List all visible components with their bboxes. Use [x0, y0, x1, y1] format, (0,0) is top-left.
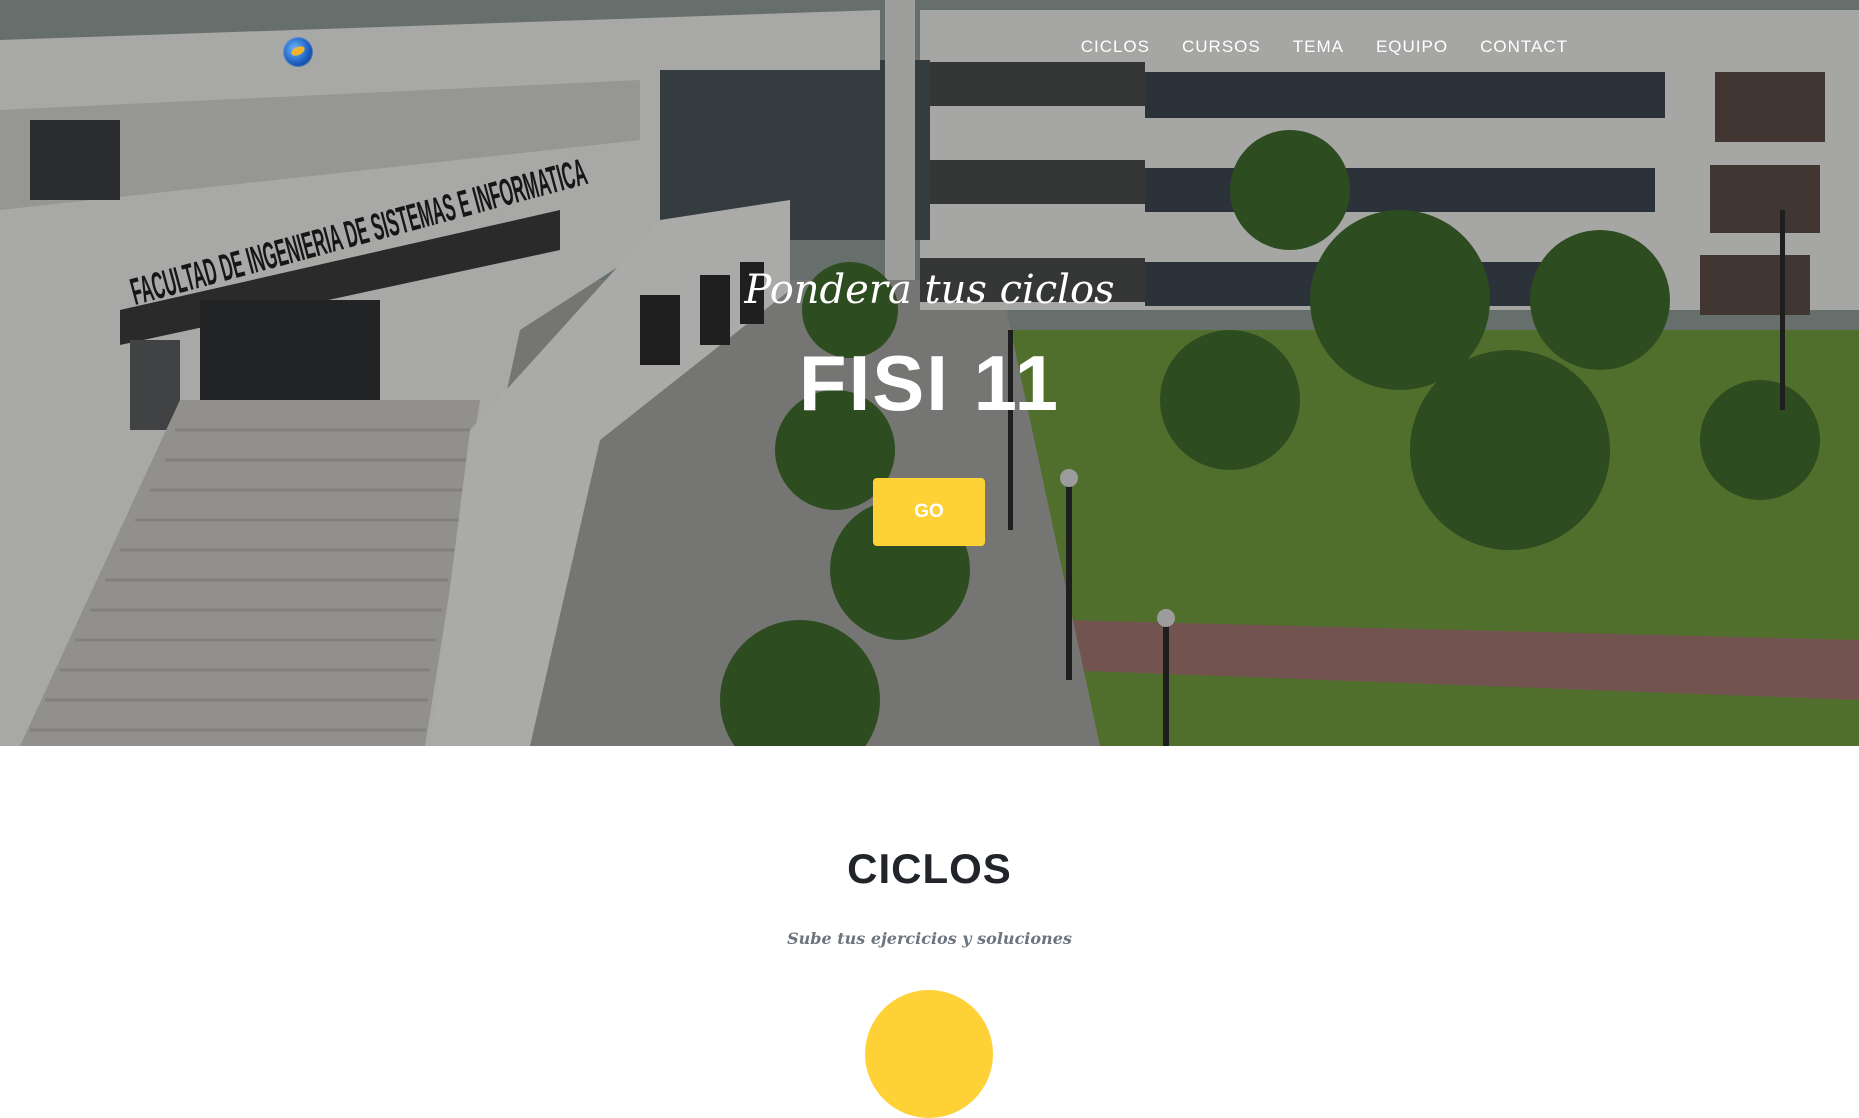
- navbar: CICLOS CURSOS TEMA EQUIPO CONTACT: [0, 0, 1859, 100]
- section-heading: CICLOS: [847, 845, 1012, 892]
- nav-link-equipo[interactable]: EQUIPO: [1376, 37, 1448, 57]
- hero-section: FACULTAD DE INGENIERIA DE SISTEMAS E INF…: [0, 0, 1859, 746]
- nav-link-cursos[interactable]: CURSOS: [1182, 37, 1261, 57]
- ciclos-section: CICLOS Sube tus ejercicios y soluciones: [0, 746, 1859, 1011]
- circle-icon: [865, 990, 993, 1118]
- globe-logo-icon[interactable]: [283, 37, 313, 67]
- section-subheading: Sube tus ejercicios y soluciones: [787, 928, 1072, 948]
- hero-subtitle: Pondera tus ciclos: [744, 267, 1115, 313]
- nav-link-contact[interactable]: CONTACT: [1480, 37, 1568, 57]
- nav-link-ciclos[interactable]: CICLOS: [1081, 37, 1150, 57]
- hero-text-block: Pondera tus ciclos FISI 11: [0, 262, 1859, 426]
- go-button[interactable]: GO: [873, 478, 985, 546]
- nav-links: CICLOS CURSOS TEMA EQUIPO CONTACT: [1081, 37, 1568, 57]
- nav-link-tema[interactable]: TEMA: [1293, 37, 1344, 57]
- hero-title: FISI 11: [798, 339, 1061, 427]
